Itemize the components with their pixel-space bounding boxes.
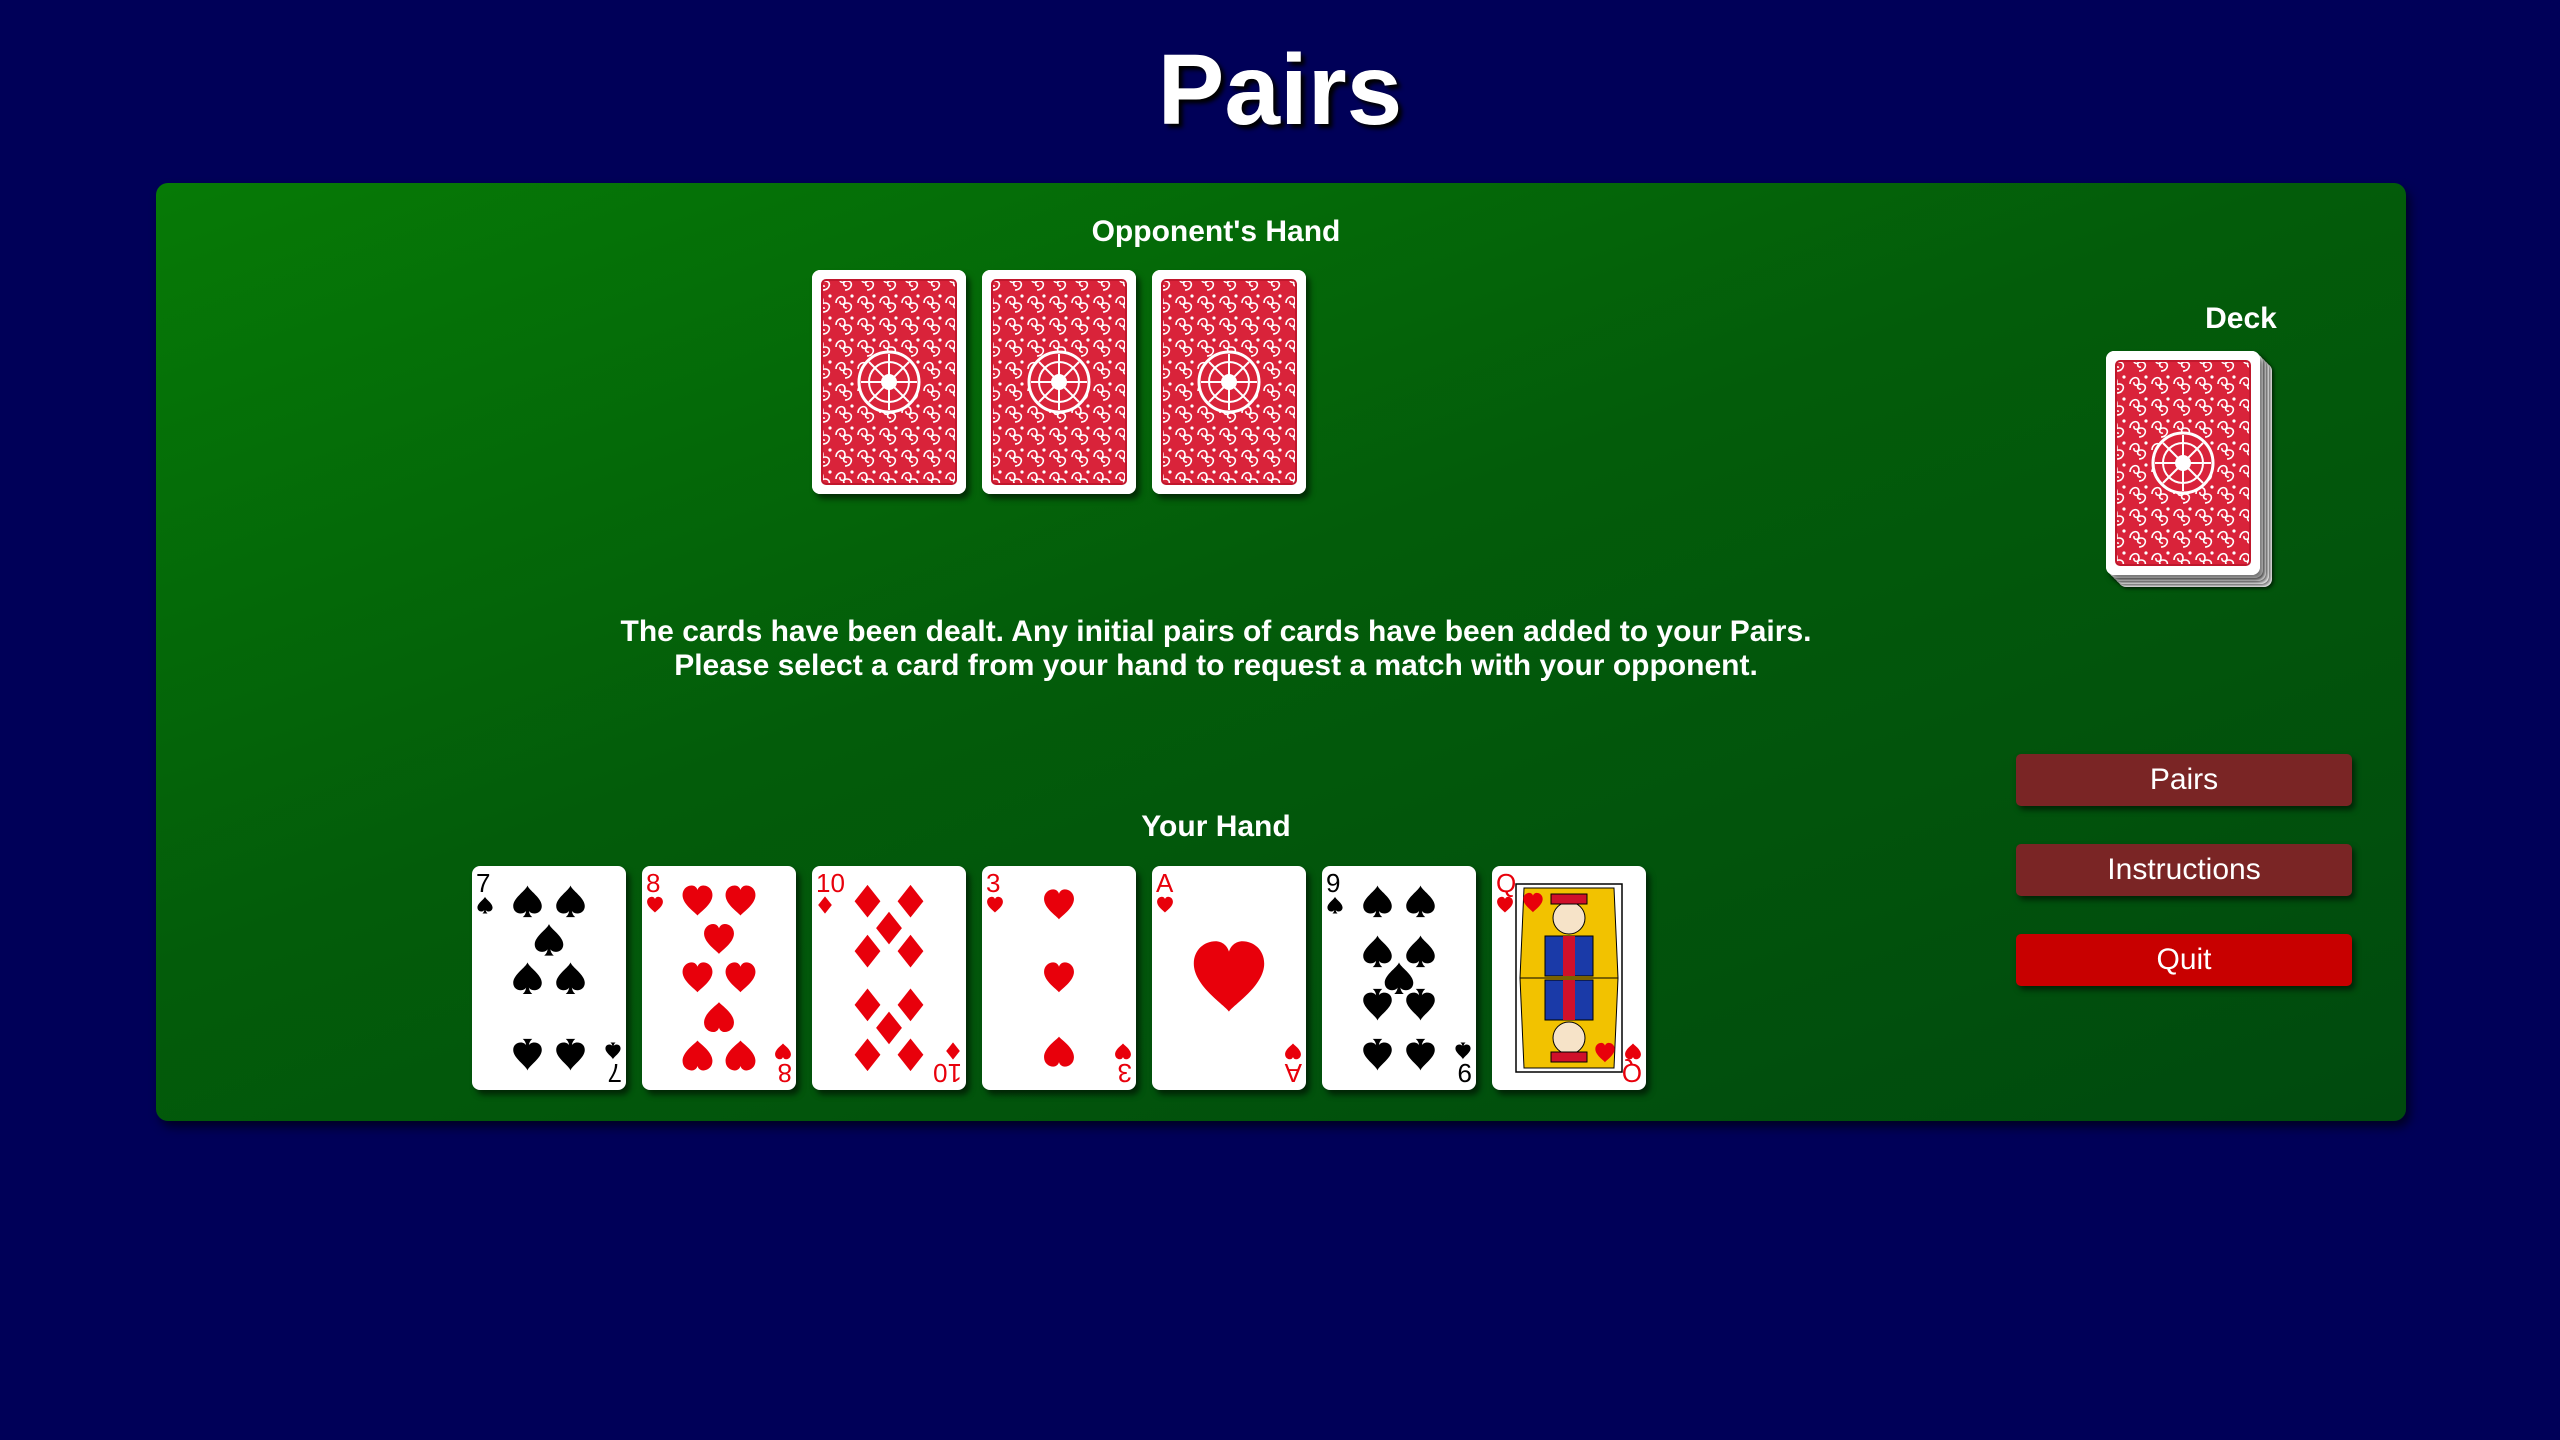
card-face: QQ — [1496, 868, 1642, 1088]
hand-card-Q-of-hearts[interactable]: QQ — [1492, 866, 1646, 1090]
queen-portrait-icon — [1519, 887, 1619, 1069]
opponent-card-back — [1152, 270, 1306, 494]
corner-suit-icon — [1115, 1043, 1131, 1060]
corner-suit-icon — [605, 1042, 621, 1060]
card-rank-label: 8 — [646, 868, 660, 898]
card-rank-label: A — [1284, 1058, 1302, 1088]
diamond-pip-icon — [876, 1011, 902, 1045]
deck-top-card-back[interactable] — [2106, 351, 2260, 575]
corner-suit-icon — [477, 896, 493, 914]
hand-card-A-of-hearts[interactable]: AA — [1152, 866, 1306, 1090]
deck-label: Deck — [2205, 302, 2277, 335]
status-message-line-2: Please select a card from your hand to r… — [674, 649, 1758, 682]
corner-suit-icon — [946, 1042, 960, 1060]
spade-pip-icon — [1363, 988, 1392, 1021]
card-face: AA — [1156, 868, 1302, 1088]
heart-pip-icon — [704, 1002, 734, 1033]
spade-pip-icon — [1406, 935, 1435, 968]
card-rank-label: 10 — [933, 1058, 962, 1088]
hand-card-10-of-diamonds[interactable]: 10 10 — [812, 866, 966, 1090]
heart-pip-icon — [704, 923, 734, 954]
corner-suit-icon — [1625, 1043, 1641, 1060]
spade-pip-icon — [513, 962, 542, 994]
diamond-pip-icon — [897, 884, 924, 918]
heart-pip-icon — [725, 962, 756, 993]
heart-pip-icon — [1044, 962, 1074, 993]
spade-pip-icon — [1363, 935, 1392, 968]
hand-card-8-of-hearts[interactable]: 88 — [642, 866, 796, 1090]
card-rank-label: 7 — [476, 868, 490, 898]
diamond-pip-icon — [897, 1038, 924, 1072]
card-rank-label: 8 — [778, 1058, 792, 1088]
spade-pip-icon — [556, 885, 585, 918]
opponent-card-back — [812, 270, 966, 494]
card-rank-label: 7 — [608, 1058, 622, 1088]
spade-pip-icon — [1384, 962, 1414, 994]
spade-pip-icon — [534, 923, 564, 956]
heart-pip-icon — [725, 1040, 756, 1071]
spade-pip-icon — [1363, 885, 1392, 918]
heart-pip-icon — [1193, 941, 1265, 1012]
game-table: Opponent's Hand Deck The cards have been… — [156, 183, 2406, 1121]
heart-pip-icon — [682, 1040, 713, 1071]
card-rank-label: 9 — [1458, 1058, 1472, 1088]
spade-pip-icon — [513, 1038, 542, 1071]
card-rank-label: Q — [1496, 868, 1516, 898]
card-face: 88 — [646, 868, 792, 1088]
pairs-button[interactable]: Pairs — [2016, 754, 2352, 806]
spade-pip-icon — [513, 885, 542, 918]
heart-pip-icon — [1044, 889, 1074, 920]
card-rank-label: 9 — [1326, 868, 1340, 898]
spade-pip-icon — [1363, 1038, 1392, 1071]
diamond-pip-icon — [854, 934, 881, 968]
card-rank-label: A — [1156, 868, 1174, 898]
deck-pile[interactable] — [2106, 351, 2276, 591]
corner-suit-icon — [775, 1043, 791, 1060]
heart-pip-icon — [682, 962, 713, 993]
spade-pip-icon — [556, 962, 585, 994]
diamond-pip-icon — [854, 1038, 881, 1072]
diamond-pip-icon — [854, 988, 881, 1022]
opponent-hand-label: Opponent's Hand — [1091, 215, 1341, 248]
card-face: 10 10 — [816, 868, 962, 1088]
corner-suit-icon — [1285, 1043, 1301, 1060]
quit-button[interactable]: Quit — [2016, 934, 2352, 986]
card-rank-label: Q — [1622, 1058, 1642, 1088]
spade-pip-icon — [1406, 885, 1435, 918]
corner-suit-icon — [1157, 896, 1173, 913]
card-rank-label: 3 — [1118, 1058, 1132, 1088]
page-title: Pairs — [1157, 34, 1403, 146]
hand-card-3-of-hearts[interactable]: 33 — [982, 866, 1136, 1090]
diamond-pip-icon — [876, 911, 902, 945]
corner-suit-icon — [987, 896, 1003, 913]
corner-suit-icon — [1455, 1042, 1471, 1060]
status-message-line-1: The cards have been dealt. Any initial p… — [620, 615, 1812, 648]
instructions-button[interactable]: Instructions — [2016, 844, 2352, 896]
hand-card-9-of-spades[interactable]: 99 — [1322, 866, 1476, 1090]
corner-suit-icon — [1497, 896, 1513, 913]
opponent-card-back — [982, 270, 1136, 494]
card-face: 99 — [1326, 868, 1472, 1088]
corner-suit-icon — [818, 896, 832, 914]
card-face: 33 — [986, 868, 1132, 1088]
diamond-pip-icon — [854, 884, 881, 918]
status-message: The cards have been dealt. Any initial p… — [416, 615, 2016, 683]
corner-suit-icon — [647, 896, 663, 913]
diamond-pip-icon — [897, 988, 924, 1022]
heart-pip-icon — [1044, 1036, 1074, 1067]
corner-suit-icon — [1327, 896, 1343, 914]
spade-pip-icon — [1406, 988, 1435, 1021]
heart-pip-icon — [682, 885, 713, 916]
card-rank-label: 10 — [816, 868, 845, 898]
card-face: 77 — [476, 868, 622, 1088]
heart-pip-icon — [725, 885, 756, 916]
your-hand-label: Your Hand — [1141, 810, 1291, 843]
hand-card-7-of-spades[interactable]: 77 — [472, 866, 626, 1090]
diamond-pip-icon — [897, 934, 924, 968]
spade-pip-icon — [556, 1038, 585, 1071]
card-rank-label: 3 — [986, 868, 1000, 898]
spade-pip-icon — [1406, 1038, 1435, 1071]
